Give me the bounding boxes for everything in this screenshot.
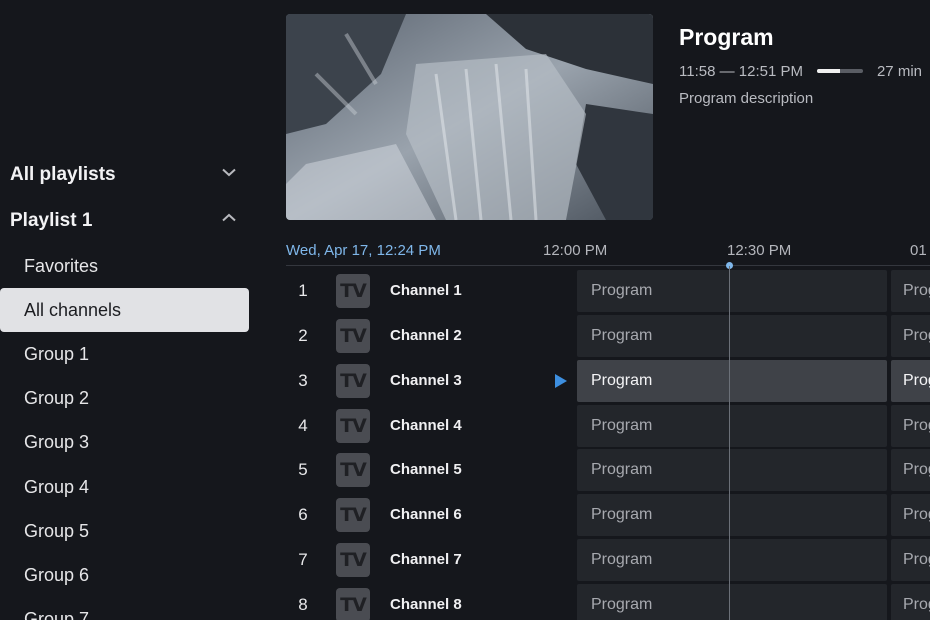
current-datetime: Wed, Apr 17, 12:24 PM bbox=[286, 242, 441, 259]
program-remaining: 27 min bbox=[876, 62, 922, 80]
program-meta: 11:58 — 12:51 PM 27 min bbox=[679, 61, 922, 81]
program-cell[interactable]: Program bbox=[577, 449, 887, 491]
tv-logo-icon: TV bbox=[336, 543, 370, 577]
program-cell[interactable]: Program bbox=[577, 405, 887, 447]
channel-number: 7 bbox=[298, 550, 308, 569]
sidebar-item-label: Group 7 bbox=[24, 608, 90, 620]
channel-number: 5 bbox=[298, 460, 308, 479]
sidebar-header-all-playlists[interactable]: All playlists bbox=[0, 155, 250, 195]
channel-name: Channel 6 bbox=[390, 506, 462, 523]
program-cell[interactable]: Program bbox=[577, 494, 887, 536]
sidebar-item-favorites[interactable]: Favorites bbox=[0, 244, 249, 288]
channel-row[interactable]: 6 TV Channel 6 Program Prog bbox=[286, 494, 930, 536]
channel-name: Channel 8 bbox=[390, 596, 462, 613]
sidebar-item-label: All channels bbox=[24, 299, 122, 320]
sidebar-item-all-channels[interactable]: All channels bbox=[0, 288, 249, 332]
chevron-up-icon bbox=[220, 209, 238, 233]
program-cell[interactable]: Program bbox=[577, 360, 887, 402]
sidebar-item-group-5[interactable]: Group 5 bbox=[0, 509, 249, 553]
sidebar-item-group-3[interactable]: Group 3 bbox=[0, 420, 249, 464]
sidebar-item-group-2[interactable]: Group 2 bbox=[0, 376, 249, 420]
sidebar-item-group-7[interactable]: Group 7 bbox=[0, 597, 249, 620]
sidebar-item-group-4[interactable]: Group 4 bbox=[0, 465, 249, 509]
program-cell[interactable]: Prog bbox=[891, 494, 930, 536]
channel-row[interactable]: 1 TV Channel 1 Program Prog bbox=[286, 270, 930, 312]
channel-row[interactable]: 5 TV Channel 5 Program Prog bbox=[286, 449, 930, 491]
sidebar: All playlists Playlist 1 Favorites All c… bbox=[0, 0, 260, 620]
sidebar-item-group-6[interactable]: Group 6 bbox=[0, 553, 249, 597]
program-time-range: 11:58 — 12:51 PM bbox=[679, 62, 803, 80]
tv-logo-icon: TV bbox=[336, 498, 370, 532]
channel-row[interactable]: 8 TV Channel 8 Program Prog bbox=[286, 584, 930, 620]
sidebar-item-label: Favorites bbox=[24, 255, 99, 276]
program-cell[interactable]: Prog bbox=[891, 539, 930, 581]
channel-row-playing[interactable]: 3 TV Channel 3 Program Prog bbox=[286, 360, 930, 402]
program-cell[interactable]: Prog bbox=[891, 270, 930, 312]
program-description: Program description bbox=[679, 90, 814, 107]
program-cell[interactable]: Prog bbox=[891, 360, 930, 402]
sidebar-item-label: Group 1 bbox=[24, 343, 90, 364]
sidebar-item-label: Group 5 bbox=[24, 520, 90, 541]
now-indicator-line bbox=[729, 266, 730, 620]
channel-name: Channel 1 bbox=[390, 282, 462, 299]
program-cell[interactable]: Program bbox=[577, 539, 887, 581]
channel-number: 8 bbox=[298, 595, 308, 614]
sidebar-header-label: All playlists bbox=[10, 164, 116, 185]
tv-logo-icon: TV bbox=[336, 364, 370, 398]
tv-logo-icon: TV bbox=[336, 274, 370, 308]
channel-name: Channel 7 bbox=[390, 551, 462, 568]
sidebar-header-playlist-1[interactable]: Playlist 1 bbox=[0, 201, 250, 241]
tv-logo-icon: TV bbox=[336, 409, 370, 443]
channel-row[interactable]: 2 TV Channel 2 Program Prog bbox=[286, 315, 930, 357]
sidebar-item-label: Group 3 bbox=[24, 431, 90, 452]
channel-row[interactable]: 4 TV Channel 4 Program Prog bbox=[286, 405, 930, 447]
video-preview[interactable] bbox=[286, 14, 653, 220]
program-cell[interactable]: Prog bbox=[891, 584, 930, 620]
timeline-header: Wed, Apr 17, 12:24 PM 12:00 PM 12:30 PM … bbox=[286, 238, 930, 266]
program-cell[interactable]: Program bbox=[577, 270, 887, 312]
play-icon bbox=[555, 374, 567, 388]
sidebar-item-label: Group 2 bbox=[24, 387, 90, 408]
sidebar-header-label: Playlist 1 bbox=[10, 210, 93, 231]
program-cell[interactable]: Prog bbox=[891, 449, 930, 491]
program-cell[interactable]: Program bbox=[577, 315, 887, 357]
channel-number: 3 bbox=[298, 371, 308, 390]
program-progress-fill bbox=[816, 69, 840, 73]
timeline-slot: 12:30 PM bbox=[727, 242, 792, 259]
sidebar-item-group-1[interactable]: Group 1 bbox=[0, 332, 249, 376]
program-title: Program bbox=[679, 24, 774, 50]
channel-row[interactable]: 7 TV Channel 7 Program Prog bbox=[286, 539, 930, 581]
sidebar-item-label: Group 4 bbox=[24, 476, 90, 497]
channel-name: Channel 3 bbox=[390, 372, 462, 389]
channel-number: 1 bbox=[298, 281, 308, 300]
tv-logo-icon: TV bbox=[336, 588, 370, 620]
channel-number: 4 bbox=[298, 416, 308, 435]
program-progress-bar bbox=[816, 69, 863, 73]
timeline-slot: 12:00 PM bbox=[543, 242, 608, 259]
tv-logo-icon: TV bbox=[336, 453, 370, 487]
program-cell[interactable]: Program bbox=[577, 584, 887, 620]
timeline-slot: 01 bbox=[910, 242, 927, 259]
channel-name: Channel 5 bbox=[390, 461, 462, 478]
channel-name: Channel 2 bbox=[390, 327, 462, 344]
sidebar-item-label: Group 6 bbox=[24, 564, 90, 585]
channel-number: 2 bbox=[298, 326, 308, 345]
waterfall-image bbox=[286, 14, 653, 220]
program-cell[interactable]: Prog bbox=[891, 315, 930, 357]
chevron-down-icon bbox=[220, 163, 238, 187]
tv-logo-icon: TV bbox=[336, 319, 370, 353]
channel-name: Channel 4 bbox=[390, 417, 462, 434]
program-cell[interactable]: Prog bbox=[891, 405, 930, 447]
channel-number: 6 bbox=[298, 505, 308, 524]
